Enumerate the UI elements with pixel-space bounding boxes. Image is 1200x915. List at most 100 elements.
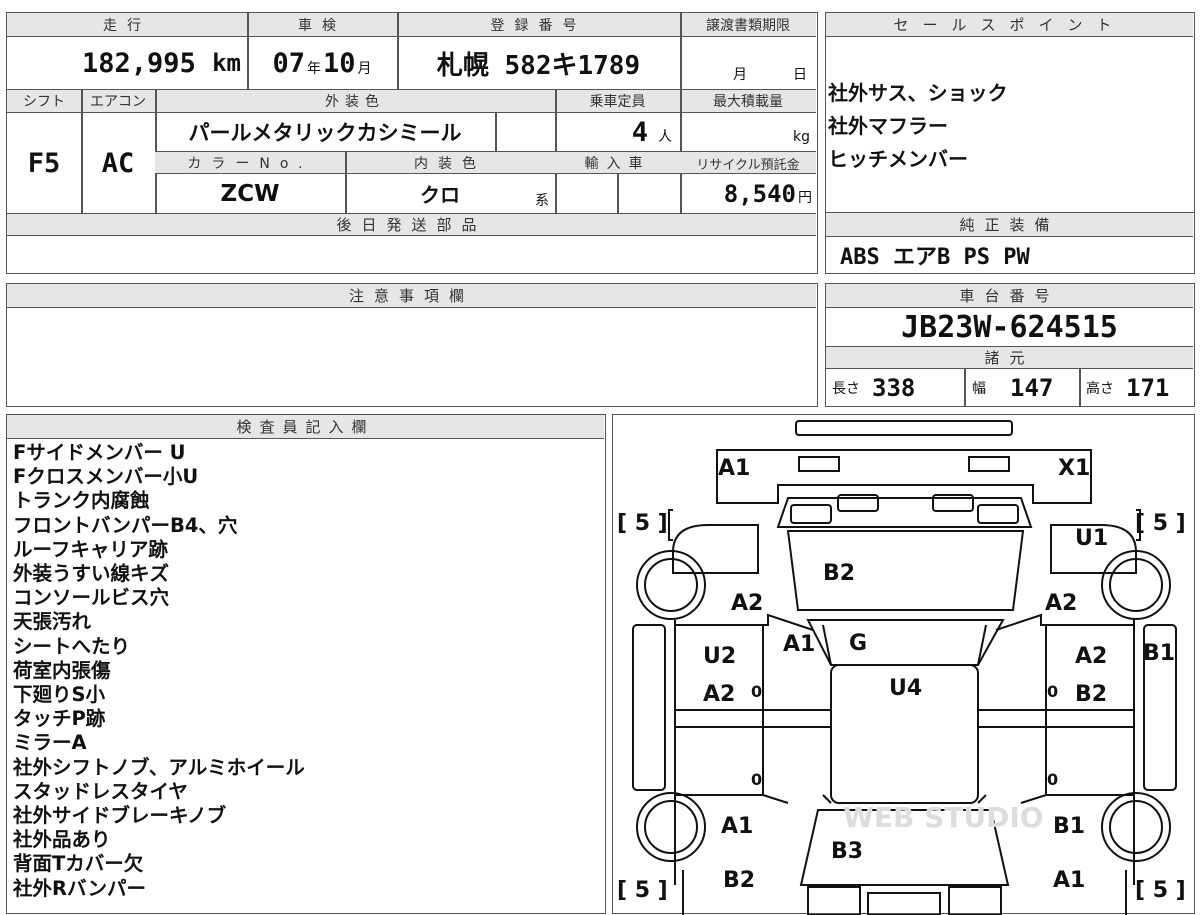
sales-point-line: 社外マフラー	[828, 114, 948, 138]
mark-left-rear-corner: B2	[723, 868, 755, 893]
inspector-note-line: Fサイドメンバー U	[13, 441, 186, 464]
zero-mark: 0	[751, 770, 762, 789]
mark-right-fender-top: U1	[1075, 526, 1108, 551]
inspector-note-line: トランク内腐蝕	[13, 489, 150, 513]
inspection-header: 車検	[298, 18, 346, 34]
spec-height: 高さ 171	[1086, 369, 1192, 406]
inspector-notes-list: Fサイドメンバー U Fクロスメンバー小U トランク内腐蝕 フロントバンパーB4、穴ル…	[13, 441, 305, 901]
inspector-note-line: 社外サイドブレーキノブ	[13, 804, 227, 828]
width-label: 幅	[972, 380, 986, 397]
spec-width: 幅 147	[972, 369, 1078, 406]
mark-left-rear-wheel: A1	[721, 814, 753, 839]
vehicle-info-table: 走行 車検 登録番号 譲渡書類期限 182,995 km 07 年 10 月 札…	[6, 12, 818, 274]
mark-right-door-upper: A2	[1075, 644, 1107, 669]
inspector-note-line: 天張汚れ	[13, 610, 92, 634]
transfer-deadline-header: 譲渡書類期限	[706, 18, 790, 34]
mark-roof: U4	[889, 676, 922, 701]
mark-front-right: X1	[1058, 456, 1090, 481]
mark-right-front-fender: A2	[1045, 591, 1077, 616]
recycle-fee-unit: 円	[798, 189, 812, 206]
capacity-unit: 人	[658, 129, 672, 145]
exterior-color-value: パールメタリックカシミール	[188, 121, 462, 145]
specs-header: 諸元	[826, 347, 1193, 369]
spec-length: 長さ 338	[832, 369, 962, 406]
notes-panel: 注意事項欄	[6, 283, 818, 407]
mark-right-rear-corner: A1	[1053, 868, 1085, 893]
import-header: 輸入車	[584, 156, 651, 172]
later-parts-header: 後日発送部品	[7, 214, 816, 236]
recycle-fee-value: 8,540 円	[680, 174, 816, 213]
sales-points-list: 社外サス、ショック 社外マフラー ヒッチメンバー	[828, 77, 1008, 176]
capacity-header: 乗車定員	[589, 94, 646, 110]
inspector-note-line: ルーフキャリア跡	[13, 537, 168, 561]
interior-color-suffix: 系	[535, 193, 549, 209]
watermark: WEB STUDIO	[843, 801, 1044, 834]
length-label: 長さ	[832, 380, 860, 397]
tire-label-front-left: [ 5 ]	[617, 511, 668, 536]
zero-mark: 0	[1047, 682, 1058, 701]
car-diagram: [ 5 ] [ 5 ] [ 5 ] [ 5 ] A1 X1 B2 A2 A2 U…	[617, 420, 1186, 915]
width-value: 147	[1010, 373, 1054, 402]
mark-left-door-lower: A2	[703, 682, 735, 707]
max-load-header: 最大積載量	[713, 94, 783, 110]
deadline-month-unit: 月	[733, 67, 747, 83]
mark-left-door-upper: U2	[703, 644, 736, 669]
mark-right-rear-wheel: B1	[1053, 814, 1085, 839]
inspector-note-line: ミラーA	[13, 731, 87, 755]
capacity-value: 4 人	[555, 113, 680, 151]
height-label: 高さ	[1086, 380, 1114, 397]
aircon-value: AC	[101, 147, 135, 179]
shift-header: シフト	[23, 94, 65, 110]
recycle-fee-number: 8,540	[723, 179, 796, 208]
color-no-value: ZCW	[220, 180, 280, 207]
exterior-color-header: 外装色	[325, 94, 385, 110]
interior-color-value: クロ	[420, 183, 460, 207]
month-unit: 月	[357, 61, 372, 77]
inspector-note-line: 下廻りS小	[13, 683, 106, 707]
inspector-note-line: フロントバンパーB4、穴	[13, 513, 238, 537]
recycle-fee-header: リサイクル預託金	[696, 157, 800, 173]
inspector-note-line: 社外Rバンパー	[13, 876, 146, 900]
inspector-note-line: 社外品あり	[13, 828, 111, 852]
inspector-note-line: 背面Tカバー欠	[13, 852, 144, 876]
mileage-value: 182,995 km	[7, 37, 245, 89]
mileage-number: 182,995	[82, 47, 196, 79]
genuine-equipment-value: ABS エアB PS PW	[840, 245, 1030, 270]
inspector-note-line: Fクロスメンバー小U	[13, 465, 199, 489]
tire-label-front-right: [ 5 ]	[1135, 511, 1186, 536]
interior-color-header: 内装色	[414, 156, 486, 172]
mileage-unit: km	[212, 49, 241, 77]
mark-front-left: A1	[718, 456, 750, 481]
inspector-note-line: 外装うすい線キズ	[13, 562, 170, 586]
year-unit: 年	[307, 61, 321, 77]
notes-header: 注意事項欄	[7, 284, 816, 308]
inspector-note-line: 荷室内張傷	[13, 658, 111, 682]
inspector-note-line: シートへたり	[13, 634, 131, 658]
car-diagram-panel: [ 5 ] [ 5 ] [ 5 ] [ 5 ] A1 X1 B2 A2 A2 U…	[612, 414, 1195, 915]
inspector-note-line: 社外シフトノブ、アルミホイール	[13, 755, 305, 779]
inspection-value: 07 年 10 月	[247, 37, 397, 89]
mark-left-front-fender: A2	[731, 591, 763, 616]
sales-point-line: ヒッチメンバー	[828, 147, 968, 171]
deadline-day-unit: 日	[793, 67, 807, 83]
tire-label-rear-right: [ 5 ]	[1135, 878, 1186, 903]
mark-windshield: G	[849, 631, 867, 656]
shift-value: F5	[27, 147, 61, 179]
inspector-note-line: タッチP跡	[13, 707, 106, 731]
chassis-header: 車台番号	[826, 284, 1193, 308]
max-load-unit: kg	[793, 129, 810, 145]
registration-header: 登録番号	[490, 18, 587, 34]
chassis-number: JB23W-624515	[901, 309, 1118, 345]
length-value: 338	[872, 373, 916, 402]
mark-hood: B2	[823, 561, 855, 586]
zero-mark: 0	[751, 682, 762, 701]
mark-right-door-lower: B2	[1075, 682, 1107, 707]
mileage-header: 走行	[103, 18, 151, 34]
inspector-note-line: コンソールビス穴	[13, 586, 170, 610]
mark-windshield-left: A1	[783, 632, 815, 657]
capacity-number: 4	[631, 116, 648, 148]
inspection-year: 07	[272, 47, 305, 79]
sales-point-line: 社外サス、ショック	[828, 81, 1008, 105]
color-no-header: カラーNo.	[187, 156, 313, 172]
sales-points-panel: セールスポイント 社外サス、ショック 社外マフラー ヒッチメンバー	[825, 12, 1195, 213]
